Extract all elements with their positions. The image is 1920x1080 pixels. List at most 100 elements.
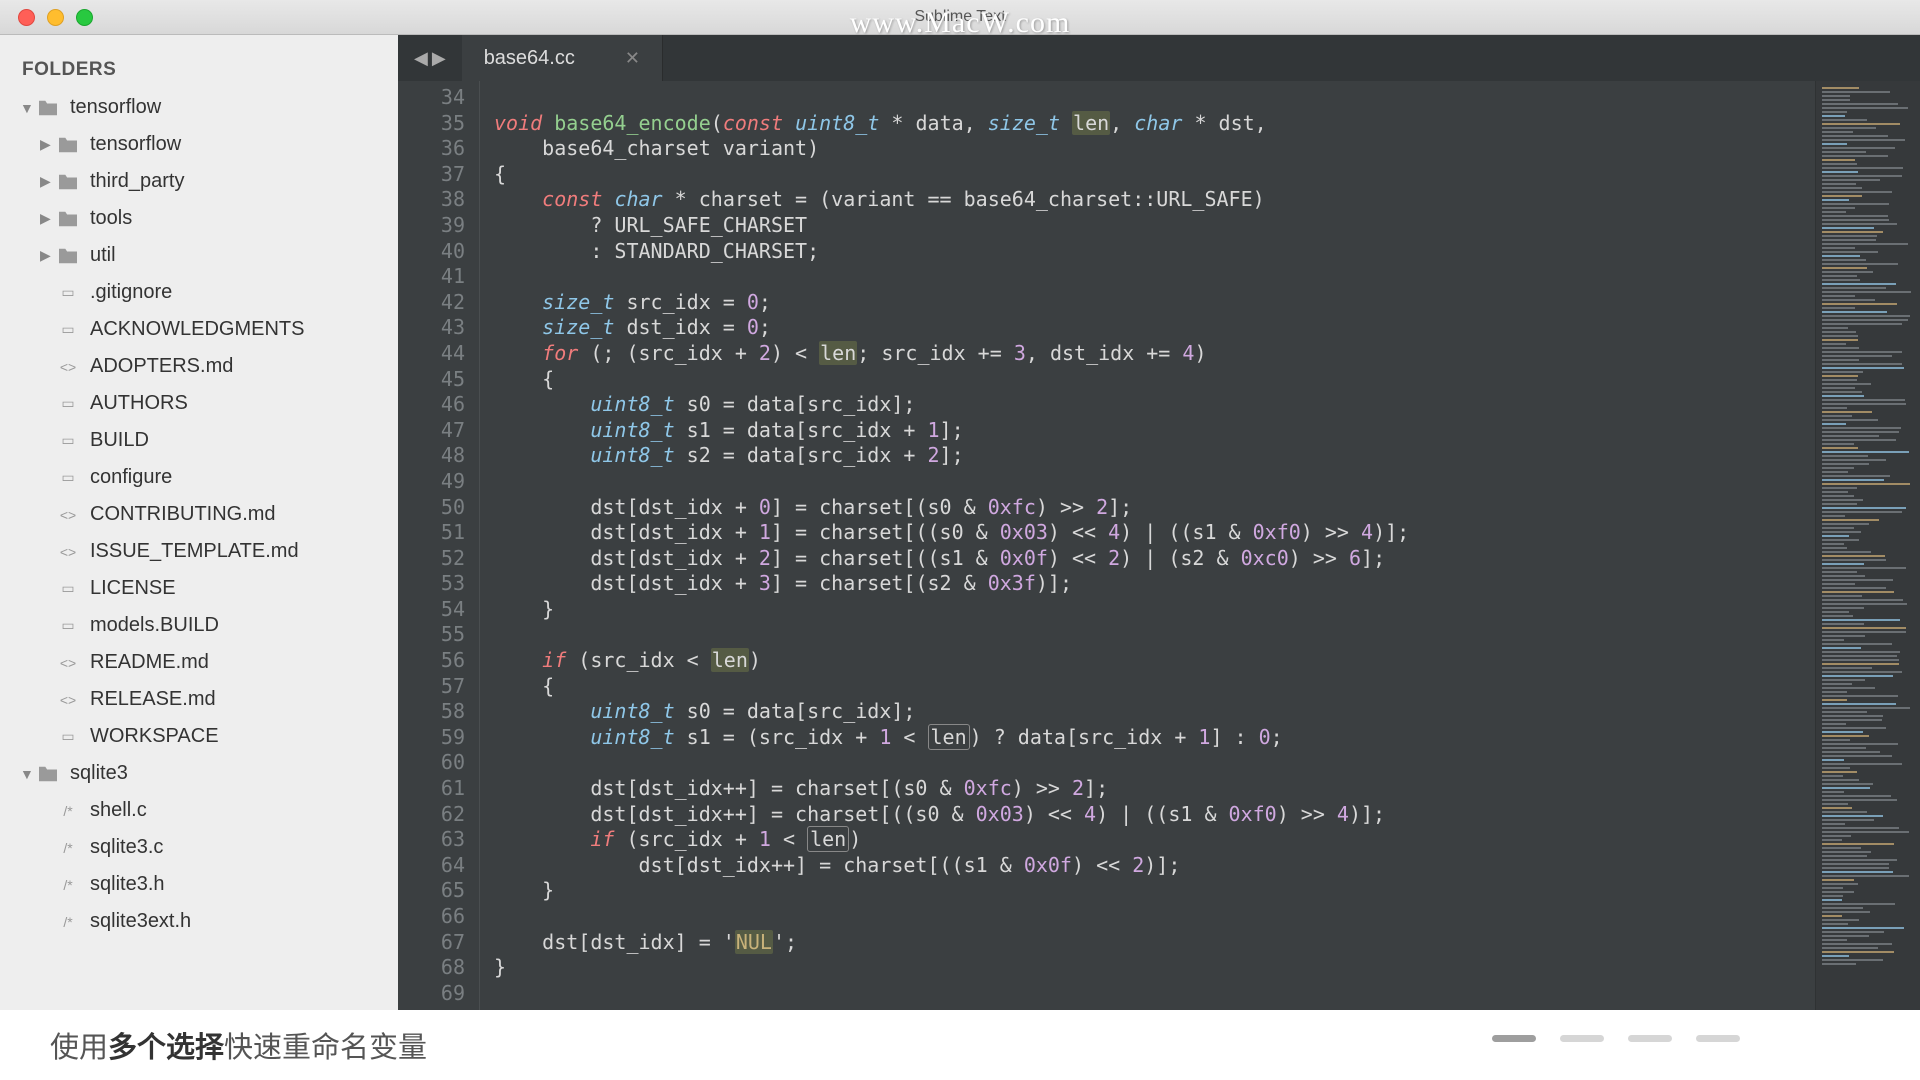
item-label: configure [90,466,172,489]
folder-icon [56,246,80,266]
item-label: tensorflow [70,96,161,119]
line-gutter: 3435363738394041424344454647484950515253… [398,81,480,1010]
markdown-file-icon: <> [56,357,80,377]
pager-dot[interactable] [1492,1035,1536,1042]
disclosure-arrow-icon[interactable]: ▶ [40,210,56,227]
file-item[interactable]: <>README.md [0,644,398,681]
tab-label: base64.cc [484,47,575,70]
disclosure-arrow-icon[interactable]: ▶ [40,247,56,264]
window-controls [0,9,93,26]
text-file-icon: ▭ [56,468,80,488]
item-label: README.md [90,651,209,674]
folder-tree: ▼ tensorflow ▶ tensorflow ▶ third_party ▶ tools… [0,89,398,940]
file-item[interactable]: /*sqlite3ext.h [0,903,398,940]
item-label: .gitignore [90,281,172,304]
nav-back-icon[interactable]: ◀ [414,48,428,69]
app-title: Sublime Text [914,8,1005,26]
caption-post: 快速重命名变量 [224,1024,427,1066]
text-file-icon: ▭ [56,727,80,747]
markdown-file-icon: <> [56,505,80,525]
nav-forward-icon[interactable]: ▶ [432,48,446,69]
editor-area: ◀ ▶ base64.cc ✕ 343536373839404142434445… [398,35,1920,1010]
file-item[interactable]: ▭ configure [0,459,398,496]
file-item[interactable]: <> CONTRIBUTING.md [0,496,398,533]
item-label: shell.c [90,799,147,822]
file-item[interactable]: <> ADOPTERS.md [0,348,398,385]
markdown-file-icon: <> [56,542,80,562]
pager-dots [1492,1035,1740,1042]
item-label: models.BUILD [90,614,219,637]
folder-item[interactable]: ▶ third_party [0,163,398,200]
sidebar[interactable]: FOLDERS ▼tensorflow▶tensorflow▶third_par… [0,35,398,1010]
caption-pre: 使用 [50,1024,108,1066]
item-label: CONTRIBUTING.md [90,503,276,526]
maximize-window-button[interactable] [76,9,93,26]
disclosure-arrow-icon[interactable]: ▼ [20,100,36,116]
item-label: sqlite3 [70,762,128,785]
markdown-file-icon: <> [56,690,80,710]
folder-icon [36,764,60,784]
item-label: tensorflow [90,133,181,156]
pager-dot[interactable] [1696,1035,1740,1042]
disclosure-arrow-icon[interactable]: ▼ [20,766,36,782]
file-item[interactable]: ▭ ACKNOWLEDGMENTS [0,311,398,348]
folder-item[interactable]: ▼ tensorflow [0,89,398,126]
item-label: util [90,244,116,267]
item-label: BUILD [90,429,149,452]
code-editor[interactable]: 3435363738394041424344454647484950515253… [398,81,1920,1010]
text-file-icon: ▭ [56,394,80,414]
item-label: AUTHORS [90,392,188,415]
item-label: ADOPTERS.md [90,355,233,378]
disclosure-arrow-icon[interactable]: ▶ [40,173,56,190]
tab-close-icon[interactable]: ✕ [625,48,640,69]
file-item[interactable]: <> RELEASE.md [0,681,398,718]
pager-dot[interactable] [1560,1035,1604,1042]
folder-item[interactable]: ▼ sqlite3 [0,755,398,792]
item-label: ACKNOWLEDGMENTS [90,318,304,341]
folder-item[interactable]: ▶ tools [0,200,398,237]
file-item[interactable]: /* sqlite3.h [0,866,398,903]
code-content[interactable]: void base64_encode(const uint8_t * data,… [480,81,1815,1010]
file-item[interactable]: <> ISSUE_TEMPLATE.md [0,533,398,570]
file-item[interactable]: ▭ WORKSPACE [0,718,398,755]
folder-icon [56,172,80,192]
text-file-icon: ▭ [56,616,80,636]
text-file-icon: ▭ [56,320,80,340]
file-item[interactable]: ▭BUILD [0,422,398,459]
c-file-icon: /* [56,875,80,895]
item-label: LICENSE [90,577,176,600]
c-file-icon: /* [56,838,80,858]
item-label: third_party [90,170,185,193]
file-item[interactable]: ▭ AUTHORS [0,385,398,422]
tab-bar: ◀ ▶ base64.cc ✕ [398,35,1920,81]
disclosure-arrow-icon[interactable]: ▶ [40,136,56,153]
item-label: sqlite3.h [90,873,165,896]
folder-icon [36,98,60,118]
folder-item[interactable]: ▶ tensorflow [0,126,398,163]
titlebar: Sublime Text [0,0,1920,35]
file-item[interactable]: /*sqlite3.c [0,829,398,866]
caption-bar: 使用 多个选择 快速重命名变量 [0,1010,1920,1080]
file-item[interactable]: /* shell.c [0,792,398,829]
pager-dot[interactable] [1628,1035,1672,1042]
file-item[interactable]: ▭ LICENSE [0,570,398,607]
file-item[interactable]: ▭ .gitignore [0,274,398,311]
minimap[interactable] [1815,81,1920,1010]
close-window-button[interactable] [18,9,35,26]
minimize-window-button[interactable] [47,9,64,26]
folder-icon [56,135,80,155]
item-label: ISSUE_TEMPLATE.md [90,540,299,563]
tab-active[interactable]: base64.cc ✕ [462,35,663,81]
item-label: RELEASE.md [90,688,216,711]
item-label: tools [90,207,132,230]
c-file-icon: /* [56,912,80,932]
file-item[interactable]: ▭ models.BUILD [0,607,398,644]
tab-history-nav: ◀ ▶ [398,48,462,69]
folder-item[interactable]: ▶ util [0,237,398,274]
text-file-icon: ▭ [56,579,80,599]
caption-bold: 多个选择 [108,1024,224,1066]
folder-icon [56,209,80,229]
item-label: WORKSPACE [90,725,219,748]
c-file-icon: /* [56,801,80,821]
text-file-icon: ▭ [56,283,80,303]
